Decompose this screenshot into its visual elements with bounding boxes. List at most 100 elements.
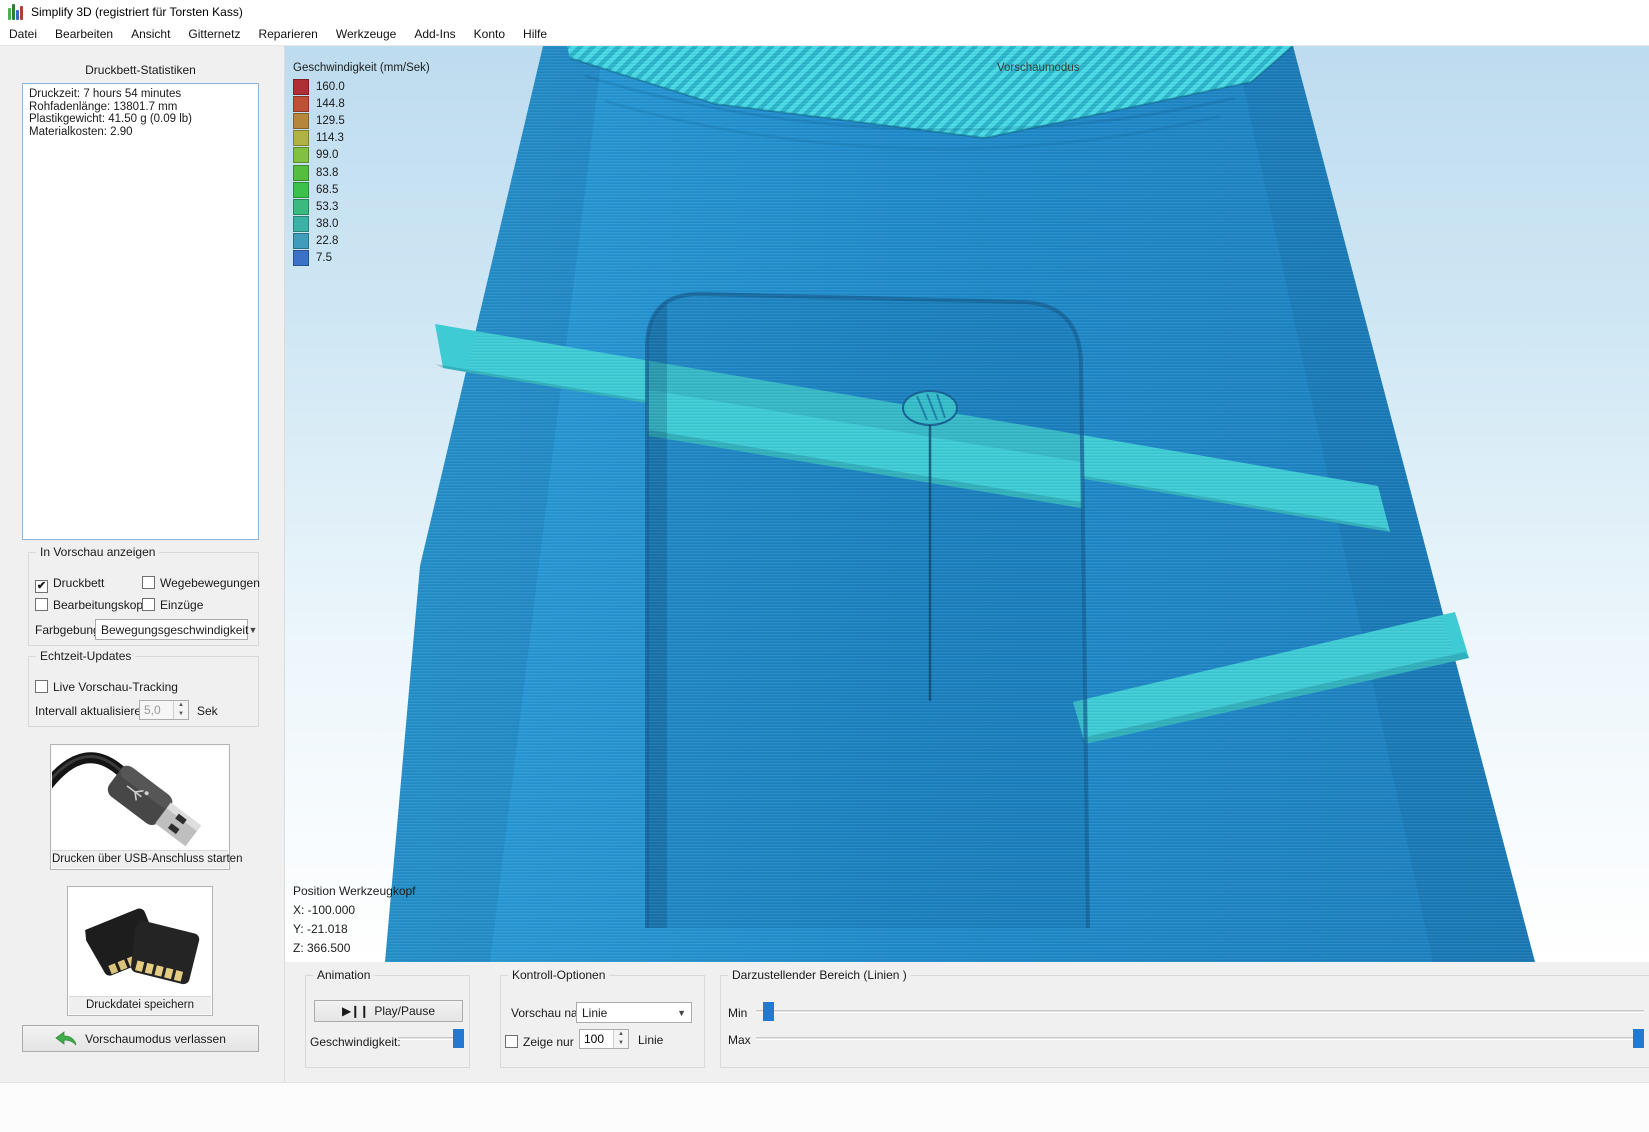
- print-usb-button[interactable]: Drucken über USB-Anschluss starten: [50, 744, 230, 870]
- range-max-slider[interactable]: [756, 1029, 1644, 1048]
- speed-legend: Geschwindigkeit (mm/Sek) 160.0 144.8 129…: [293, 62, 430, 267]
- menu-gitternetz[interactable]: Gitternetz: [179, 24, 249, 45]
- slider-thumb[interactable]: [453, 1029, 464, 1048]
- menu-bearbeiten[interactable]: Bearbeiten: [46, 24, 122, 45]
- preview-display-group-title: In Vorschau anzeigen: [36, 545, 159, 559]
- spinner-up-icon[interactable]: ▲: [174, 701, 188, 710]
- exit-preview-button[interactable]: Vorschaumodus verlassen: [22, 1025, 259, 1052]
- farbgebung-dropdown-value: Bewegungsgeschwindigkeit: [101, 623, 248, 637]
- print-preview-3d-model[interactable]: [285, 46, 1649, 962]
- preview-3d-viewport[interactable]: Geschwindigkeit (mm/Sek) 160.0 144.8 129…: [285, 46, 1649, 962]
- checkbox-wegebewegungen-label: Wegebewegungen: [160, 576, 260, 590]
- slider-track[interactable]: [756, 1010, 1644, 1013]
- realtime-updates-group: Echtzeit-Updates Live Vorschau-Tracking …: [28, 656, 259, 727]
- checkbox-live-tracking[interactable]: [35, 680, 48, 693]
- animation-group: Animation ▶❙❙ Play/Pause Geschwindigkeit…: [305, 975, 470, 1068]
- toolhead-position-title: Position Werkzeugkopf: [293, 884, 416, 898]
- spinner-up-icon[interactable]: ▲: [614, 1030, 628, 1039]
- legend-swatch: [293, 233, 309, 249]
- show-only-unit-label: Linie: [638, 1033, 663, 1047]
- toolhead-x: X: -100.000: [293, 903, 416, 917]
- interval-label: Intervall aktualisieren: [35, 704, 148, 718]
- legend-value: 144.8: [316, 98, 345, 110]
- slider-track[interactable]: [756, 1037, 1644, 1040]
- checkbox-bearbeitungskopf[interactable]: [35, 598, 48, 611]
- legend-swatch: [293, 96, 309, 112]
- menu-werkzeuge[interactable]: Werkzeuge: [327, 24, 405, 45]
- farbgebung-label: Farbgebung: [35, 623, 100, 637]
- preview-by-dropdown[interactable]: Linie ▼: [576, 1002, 692, 1023]
- legend-swatch: [293, 250, 309, 266]
- legend-value: 114.3: [316, 132, 344, 144]
- range-min-slider[interactable]: [756, 1002, 1644, 1021]
- show-only-spinner-input[interactable]: [580, 1030, 613, 1048]
- range-min-label: Min: [728, 1006, 747, 1020]
- spinner-down-icon[interactable]: ▼: [614, 1039, 628, 1048]
- left-sidebar: Druckbett-Statistiken Druckzeit: 7 hours…: [0, 46, 285, 1132]
- stat-filament-length: Rohfadenlänge: 13801.7 mm: [29, 101, 252, 114]
- chevron-down-icon: ▼: [248, 625, 257, 635]
- menu-ansicht[interactable]: Ansicht: [122, 24, 179, 45]
- save-print-file-button[interactable]: Druckdatei speichern: [67, 886, 213, 1016]
- spinner-down-icon[interactable]: ▼: [174, 710, 188, 719]
- checkbox-live-tracking-label: Live Vorschau-Tracking: [53, 680, 178, 694]
- legend-value: 83.8: [316, 167, 338, 179]
- menu-reparieren[interactable]: Reparieren: [249, 24, 326, 45]
- animation-speed-slider[interactable]: [398, 1029, 464, 1048]
- play-pause-icon: ▶❙❙: [342, 1004, 368, 1018]
- interval-unit-label: Sek: [197, 704, 218, 718]
- menu-konto[interactable]: Konto: [465, 24, 514, 45]
- slider-thumb[interactable]: [763, 1002, 774, 1021]
- sd-cards-image: [69, 888, 211, 997]
- slider-thumb[interactable]: [1633, 1029, 1644, 1048]
- legend-swatch: [293, 130, 309, 146]
- checkbox-wegebewegungen[interactable]: [142, 576, 155, 589]
- farbgebung-dropdown[interactable]: Bewegungsgeschwindigkeit ▼: [95, 619, 248, 640]
- menu-addins[interactable]: Add-Ins: [405, 24, 464, 45]
- animation-group-title: Animation: [313, 968, 374, 982]
- preview-by-dropdown-value: Linie: [582, 1006, 607, 1020]
- window-title: Simplify 3D (registriert für Torsten Kas…: [31, 5, 243, 19]
- legend-value: 129.5: [316, 115, 345, 127]
- preview-display-group: In Vorschau anzeigen ✔Druckbett Wegebewe…: [28, 552, 259, 646]
- stat-print-time: Druckzeit: 7 hours 54 minutes: [29, 88, 252, 101]
- toolhead-y: Y: -21.018: [293, 922, 416, 936]
- preview-mode-label: Vorschaumodus: [997, 62, 1079, 74]
- checkmark-icon: ✔: [36, 581, 47, 592]
- stats-panel-title: Druckbett-Statistiken: [22, 63, 259, 77]
- animation-speed-label: Geschwindigkeit:: [310, 1035, 401, 1049]
- checkbox-druckbett[interactable]: ✔: [35, 580, 48, 593]
- display-range-group: Darzustellender Bereich (Linien ) Min Ma…: [720, 975, 1649, 1068]
- show-only-spinner[interactable]: ▲▼: [579, 1029, 629, 1049]
- menu-hilfe[interactable]: Hilfe: [514, 24, 556, 45]
- legend-value: 68.5: [316, 184, 338, 196]
- menu-datei[interactable]: Datei: [0, 24, 46, 45]
- app-logo-icon: [8, 4, 24, 20]
- print-usb-button-label: Drucken über USB-Anschluss starten: [52, 850, 228, 868]
- interval-spinner-input[interactable]: [140, 701, 173, 719]
- legend-swatch: [293, 79, 309, 95]
- toolhead-position-readout: Position Werkzeugkopf X: -100.000 Y: -21…: [293, 884, 416, 960]
- chevron-down-icon: ▼: [677, 1008, 686, 1018]
- menu-bar: Datei Bearbeiten Ansicht Gitternetz Repa…: [0, 24, 1649, 46]
- legend-value: 7.5: [316, 252, 332, 264]
- checkbox-druckbett-label: Druckbett: [53, 576, 104, 590]
- title-bar: Simplify 3D (registriert für Torsten Kas…: [0, 0, 1649, 24]
- realtime-updates-group-title: Echtzeit-Updates: [36, 649, 135, 663]
- checkbox-show-only-label: Zeige nur: [523, 1035, 574, 1049]
- play-pause-button-label: Play/Pause: [374, 1004, 435, 1018]
- range-max-label: Max: [728, 1033, 751, 1047]
- legend-swatch: [293, 165, 309, 181]
- stat-plastic-weight: Plastikgewicht: 41.50 g (0.09 lb): [29, 113, 252, 126]
- legend-value: 38.0: [316, 218, 338, 230]
- simplify3d-window: Simplify 3D (registriert für Torsten Kas…: [0, 0, 1649, 1132]
- play-pause-button[interactable]: ▶❙❙ Play/Pause: [314, 1000, 463, 1022]
- interval-spinner[interactable]: ▲▼: [139, 700, 189, 720]
- stats-panel: Druckzeit: 7 hours 54 minutes Rohfadenlä…: [22, 83, 259, 540]
- stat-material-cost: Materialkosten: 2.90: [29, 126, 252, 139]
- legend-value: 53.3: [316, 201, 338, 213]
- legend-value: 22.8: [316, 235, 338, 247]
- checkbox-show-only[interactable]: [505, 1035, 518, 1048]
- checkbox-einzuege[interactable]: [142, 598, 155, 611]
- bottom-strip: [0, 1082, 1649, 1132]
